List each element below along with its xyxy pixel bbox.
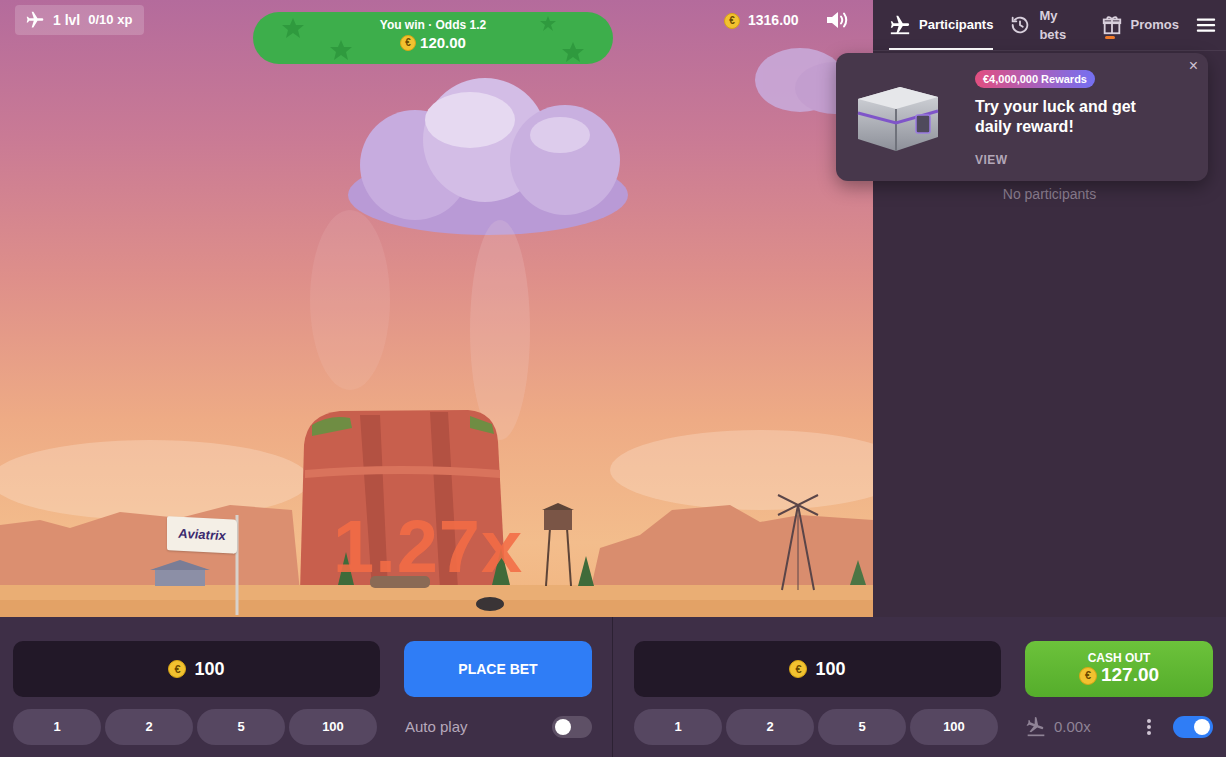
bet-amount: 100 [194, 656, 224, 683]
level-badge[interactable]: 1 lvl 0/10 xp [15, 5, 144, 35]
menu-icon[interactable] [1195, 14, 1217, 36]
sidebar-tab[interactable]: Promos [1101, 0, 1179, 50]
tab-bar: Participants My bets Promos [873, 0, 1226, 51]
coin-icon: € [1079, 667, 1097, 685]
chest-icon [850, 77, 944, 157]
place-bet-button[interactable]: PLACE BET [404, 641, 592, 697]
notification-dot [1105, 36, 1115, 39]
tab-label: Promos [1131, 15, 1179, 35]
button-label: CASH OUT [1088, 652, 1151, 665]
brand-flag: Aviatrix [167, 516, 237, 554]
history-icon [1009, 14, 1031, 36]
quick-amount-button[interactable]: 1 [634, 709, 722, 745]
view-link[interactable]: VIEW [975, 151, 1175, 169]
win-title: You win · Odds 1.2 [380, 18, 486, 33]
sound-button[interactable] [824, 7, 850, 31]
bet-amount: 100 [815, 656, 845, 683]
coin-icon: € [724, 13, 740, 29]
coin-icon: € [789, 660, 807, 678]
close-button[interactable]: × [1189, 58, 1198, 74]
win-toast: You win · Odds 1.2 € 120.00 [253, 12, 613, 64]
speaker-icon [824, 8, 850, 32]
tab-label: My bets [1039, 6, 1084, 45]
xp-label: 0/10 xp [88, 10, 132, 30]
auto-cashout-switch[interactable] [1173, 716, 1213, 738]
coin-icon: € [400, 35, 416, 51]
promo-popup[interactable]: €4,000,000 Rewards Try your luck and get… [836, 53, 1208, 181]
sidebar-tab[interactable]: Participants [889, 0, 993, 50]
gift-icon [1101, 14, 1123, 36]
cash-out-amount: 127.00 [1101, 665, 1159, 686]
plane-icon [25, 10, 45, 30]
button-label: PLACE BET [458, 659, 537, 680]
plane-icon [889, 14, 911, 36]
bet-panel: €100CASH OUT€127.001251000.00x [613, 617, 1226, 757]
quick-amount-button[interactable]: 1 [13, 709, 101, 745]
quick-amount-button[interactable]: 100 [289, 709, 377, 745]
promo-title: Try your luck and get daily reward! [975, 97, 1175, 137]
sidebar-tab[interactable]: My bets [1009, 0, 1084, 50]
auto-play-switch[interactable] [552, 716, 592, 738]
bet-bar: €100PLACE BET125100Auto play€100CASH OUT… [0, 617, 1226, 757]
switch-knob [555, 719, 571, 735]
auto-cashout-value[interactable]: 0.00x [1054, 716, 1091, 739]
flag-text: Aviatrix [178, 524, 226, 546]
win-amount: 120.00 [420, 33, 466, 52]
level-label: 1 lvl [53, 10, 80, 31]
balance: € 1316.00 [724, 10, 799, 31]
bet-amount-field[interactable]: €100 [13, 641, 380, 697]
quick-amount-button[interactable]: 5 [818, 709, 906, 745]
more-icon[interactable] [1141, 717, 1157, 737]
cash-out-button[interactable]: CASH OUT €127.00 [1025, 641, 1213, 697]
quick-amount-button[interactable]: 2 [105, 709, 193, 745]
quick-amount-button[interactable]: 5 [197, 709, 285, 745]
tab-label: Participants [919, 15, 993, 35]
bet-amount-field[interactable]: €100 [634, 641, 1001, 697]
quick-amount-button[interactable]: 100 [910, 709, 998, 745]
switch-knob [1194, 719, 1210, 735]
auto-play-label: Auto play [405, 716, 468, 739]
bet-panel: €100PLACE BET125100Auto play [0, 617, 613, 757]
promo-badge: €4,000,000 Rewards [975, 70, 1095, 88]
quick-amount-button[interactable]: 2 [726, 709, 814, 745]
coin-icon: € [168, 660, 186, 678]
balance-value: 1316.00 [748, 10, 799, 31]
landing-icon [1026, 717, 1046, 737]
game-canvas: 1 lvl 0/10 xp You win · Odds 1.2 € 120.0… [0, 0, 873, 617]
multiplier: 1.27x [333, 510, 523, 584]
